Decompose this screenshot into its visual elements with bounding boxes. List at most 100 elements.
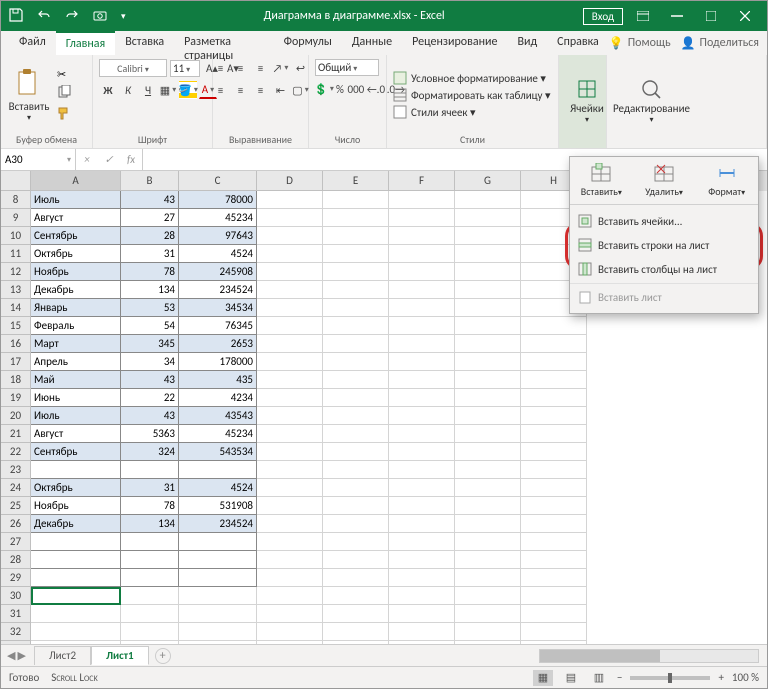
col-header-D[interactable]: D: [257, 171, 323, 191]
menu-insert-rows[interactable]: Вставить строки на лист: [570, 233, 758, 257]
row-header[interactable]: 20: [1, 407, 31, 425]
row-header[interactable]: 8: [1, 191, 31, 209]
add-sheet-button[interactable]: +: [155, 648, 171, 664]
zoom-in-icon[interactable]: +: [718, 671, 723, 684]
cell[interactable]: 4524: [179, 245, 257, 263]
percent-icon[interactable]: %: [335, 80, 345, 98]
cell[interactable]: [455, 317, 521, 335]
cell[interactable]: Ноябрь: [31, 263, 121, 281]
cell[interactable]: [323, 605, 389, 623]
cell[interactable]: [323, 425, 389, 443]
cell[interactable]: [323, 263, 389, 281]
cell[interactable]: Апрель: [31, 353, 121, 371]
redo-icon[interactable]: [65, 8, 79, 25]
cell[interactable]: [455, 569, 521, 587]
cell[interactable]: [521, 335, 587, 353]
cell[interactable]: [179, 551, 257, 569]
cell[interactable]: [323, 623, 389, 641]
menu-insert-columns[interactable]: Вставить столбцы на лист: [570, 257, 758, 281]
increase-decimal-icon[interactable]: ←.0: [367, 80, 385, 98]
cell[interactable]: 22: [121, 389, 179, 407]
cell[interactable]: [257, 587, 323, 605]
align-right-icon[interactable]: ≡: [252, 81, 270, 99]
align-middle-icon[interactable]: ≡: [232, 59, 250, 77]
cell[interactable]: Январь: [31, 299, 121, 317]
cell[interactable]: [389, 335, 455, 353]
cell[interactable]: [389, 227, 455, 245]
fill-color-icon[interactable]: 🪣: [179, 81, 197, 99]
cell[interactable]: Август: [31, 425, 121, 443]
popup-insert-button[interactable]: Вставить▾: [570, 157, 633, 204]
row-header[interactable]: 29: [1, 569, 31, 587]
cell[interactable]: [521, 479, 587, 497]
align-left-icon[interactable]: ≡: [212, 81, 230, 99]
cell[interactable]: [323, 443, 389, 461]
cell[interactable]: [521, 461, 587, 479]
cell[interactable]: 43: [121, 407, 179, 425]
cell[interactable]: [521, 569, 587, 587]
tab-формулы[interactable]: Формулы: [274, 31, 342, 55]
cell[interactable]: 43: [121, 191, 179, 209]
row-header[interactable]: 10: [1, 227, 31, 245]
font-size-select[interactable]: 11: [170, 60, 200, 77]
cell[interactable]: [257, 479, 323, 497]
ribbon-display-icon[interactable]: [629, 4, 657, 28]
cell[interactable]: 27: [121, 209, 179, 227]
cell[interactable]: [521, 443, 587, 461]
cell[interactable]: Декабрь: [31, 515, 121, 533]
cell[interactable]: 31: [121, 245, 179, 263]
cell[interactable]: 178000: [179, 353, 257, 371]
cell[interactable]: [455, 605, 521, 623]
cell[interactable]: [179, 587, 257, 605]
cell[interactable]: [389, 515, 455, 533]
cell[interactable]: [121, 623, 179, 641]
cell[interactable]: 54: [121, 317, 179, 335]
cell[interactable]: [455, 551, 521, 569]
cell[interactable]: 78: [121, 497, 179, 515]
cell[interactable]: [323, 335, 389, 353]
cell[interactable]: Июль: [31, 407, 121, 425]
cell[interactable]: 234524: [179, 515, 257, 533]
cell[interactable]: [521, 623, 587, 641]
comma-icon[interactable]: 000: [347, 80, 365, 98]
cell[interactable]: [323, 587, 389, 605]
cell[interactable]: [323, 551, 389, 569]
cell[interactable]: [521, 371, 587, 389]
cell[interactable]: [257, 443, 323, 461]
conditional-formatting-button[interactable]: Условное форматирование ▾: [393, 71, 551, 85]
cell[interactable]: [31, 587, 121, 605]
editing-group-button[interactable]: Редактирование▾: [613, 78, 690, 125]
cell[interactable]: [389, 317, 455, 335]
cell[interactable]: [323, 227, 389, 245]
tab-рецензирование[interactable]: Рецензирование: [402, 31, 507, 55]
tab-разметка страницы[interactable]: Разметка страницы: [174, 31, 274, 55]
cell[interactable]: [521, 533, 587, 551]
cell[interactable]: [455, 245, 521, 263]
cell[interactable]: [455, 623, 521, 641]
copy-icon[interactable]: [57, 85, 71, 102]
col-header-B[interactable]: B: [121, 171, 179, 191]
menu-insert-cells[interactable]: Вставить ячейки...: [570, 209, 758, 233]
zoom-out-icon[interactable]: −: [617, 671, 622, 684]
cell[interactable]: [323, 479, 389, 497]
cell[interactable]: 5363: [121, 425, 179, 443]
cell[interactable]: [257, 317, 323, 335]
cell[interactable]: [257, 263, 323, 281]
cell[interactable]: [121, 587, 179, 605]
tab-данные[interactable]: Данные: [342, 31, 402, 55]
merge-icon[interactable]: ▢: [292, 81, 310, 99]
cell[interactable]: [31, 569, 121, 587]
cell[interactable]: [455, 353, 521, 371]
camera-icon[interactable]: [93, 8, 107, 25]
cell[interactable]: [31, 461, 121, 479]
cell[interactable]: Август: [31, 209, 121, 227]
cell[interactable]: 4524: [179, 479, 257, 497]
row-header[interactable]: 25: [1, 497, 31, 515]
cell[interactable]: [323, 191, 389, 209]
cell[interactable]: [121, 569, 179, 587]
name-box[interactable]: A30▾: [1, 149, 76, 170]
zoom-slider[interactable]: [630, 676, 710, 680]
cell[interactable]: 435: [179, 371, 257, 389]
fx-icon[interactable]: fx: [120, 153, 142, 166]
cell[interactable]: [455, 425, 521, 443]
